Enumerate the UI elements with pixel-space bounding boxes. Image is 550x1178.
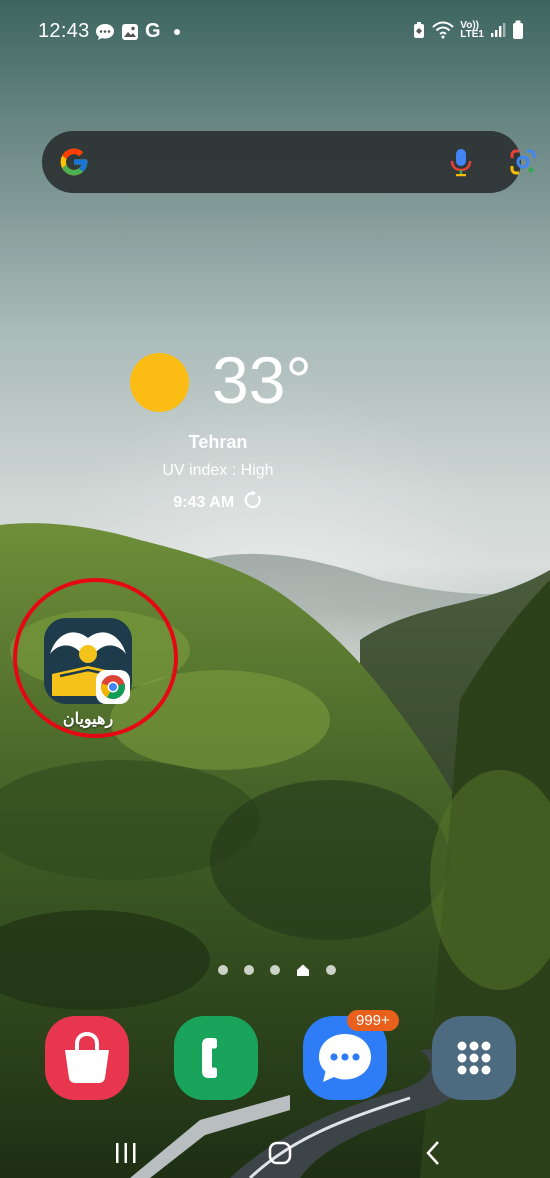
- weather-uv-index: UV index : High: [162, 462, 274, 479]
- weather-widget[interactable]: 33° Tehran UV index : High 9:43 AM: [130, 343, 430, 520]
- home-icon[interactable]: [266, 1139, 294, 1167]
- google-icon: G: [145, 20, 161, 42]
- status-time: 12:43: [38, 20, 90, 42]
- dot-icon: [173, 28, 180, 35]
- page-indicator[interactable]: [218, 962, 348, 978]
- gallery-icon: [122, 23, 138, 40]
- home-page-dot-icon[interactable]: [296, 963, 310, 977]
- wifi-icon: [432, 21, 454, 39]
- page-dot[interactable]: [218, 965, 228, 975]
- app-drawer-button[interactable]: [432, 1016, 516, 1100]
- page-dot[interactable]: [270, 965, 280, 975]
- phone-icon: [202, 1038, 217, 1078]
- navigation-bar: [0, 1130, 550, 1178]
- dock: [0, 1015, 550, 1105]
- google-search-bar[interactable]: [42, 131, 536, 193]
- battery-saver-icon: [414, 22, 425, 38]
- status-bar: 12:43 G Vo)) LTE1: [0, 0, 550, 64]
- refresh-icon[interactable]: [243, 490, 263, 510]
- home-screen: 12:43 G Vo)) LTE1 33° Tehran UV index: …: [0, 0, 550, 1178]
- shopping-bag-icon: [65, 1031, 109, 1083]
- microphone-icon[interactable]: [446, 147, 476, 177]
- lte-text: LTE1: [460, 29, 484, 40]
- back-icon[interactable]: [422, 1139, 446, 1167]
- battery-icon: [513, 20, 523, 39]
- volte-lte-icon: Vo)) LTE1: [460, 21, 484, 40]
- galaxy-store-app[interactable]: [45, 1016, 129, 1100]
- status-system-icons: Vo)) LTE1: [412, 20, 524, 40]
- weather-update-time: 9:43 AM: [130, 490, 306, 512]
- google-g-icon[interactable]: [58, 146, 90, 178]
- phone-app[interactable]: [174, 1016, 258, 1100]
- page-dot[interactable]: [326, 965, 336, 975]
- weather-temperature: 33°: [212, 343, 312, 417]
- highlight-circle-annotation: [13, 578, 178, 738]
- sunny-icon: [130, 353, 189, 412]
- weather-time-text: 9:43 AM: [173, 494, 235, 511]
- recents-icon[interactable]: [112, 1140, 140, 1166]
- messages-badge: 999+: [347, 1010, 399, 1031]
- signal-icon: [491, 23, 506, 37]
- status-notification-icons: G: [95, 20, 181, 43]
- weather-city: Tehran: [188, 432, 248, 452]
- app-grid-icon: [457, 1041, 491, 1075]
- message-icon: [96, 23, 114, 40]
- page-dot[interactable]: [244, 965, 254, 975]
- google-lens-icon[interactable]: [508, 147, 538, 177]
